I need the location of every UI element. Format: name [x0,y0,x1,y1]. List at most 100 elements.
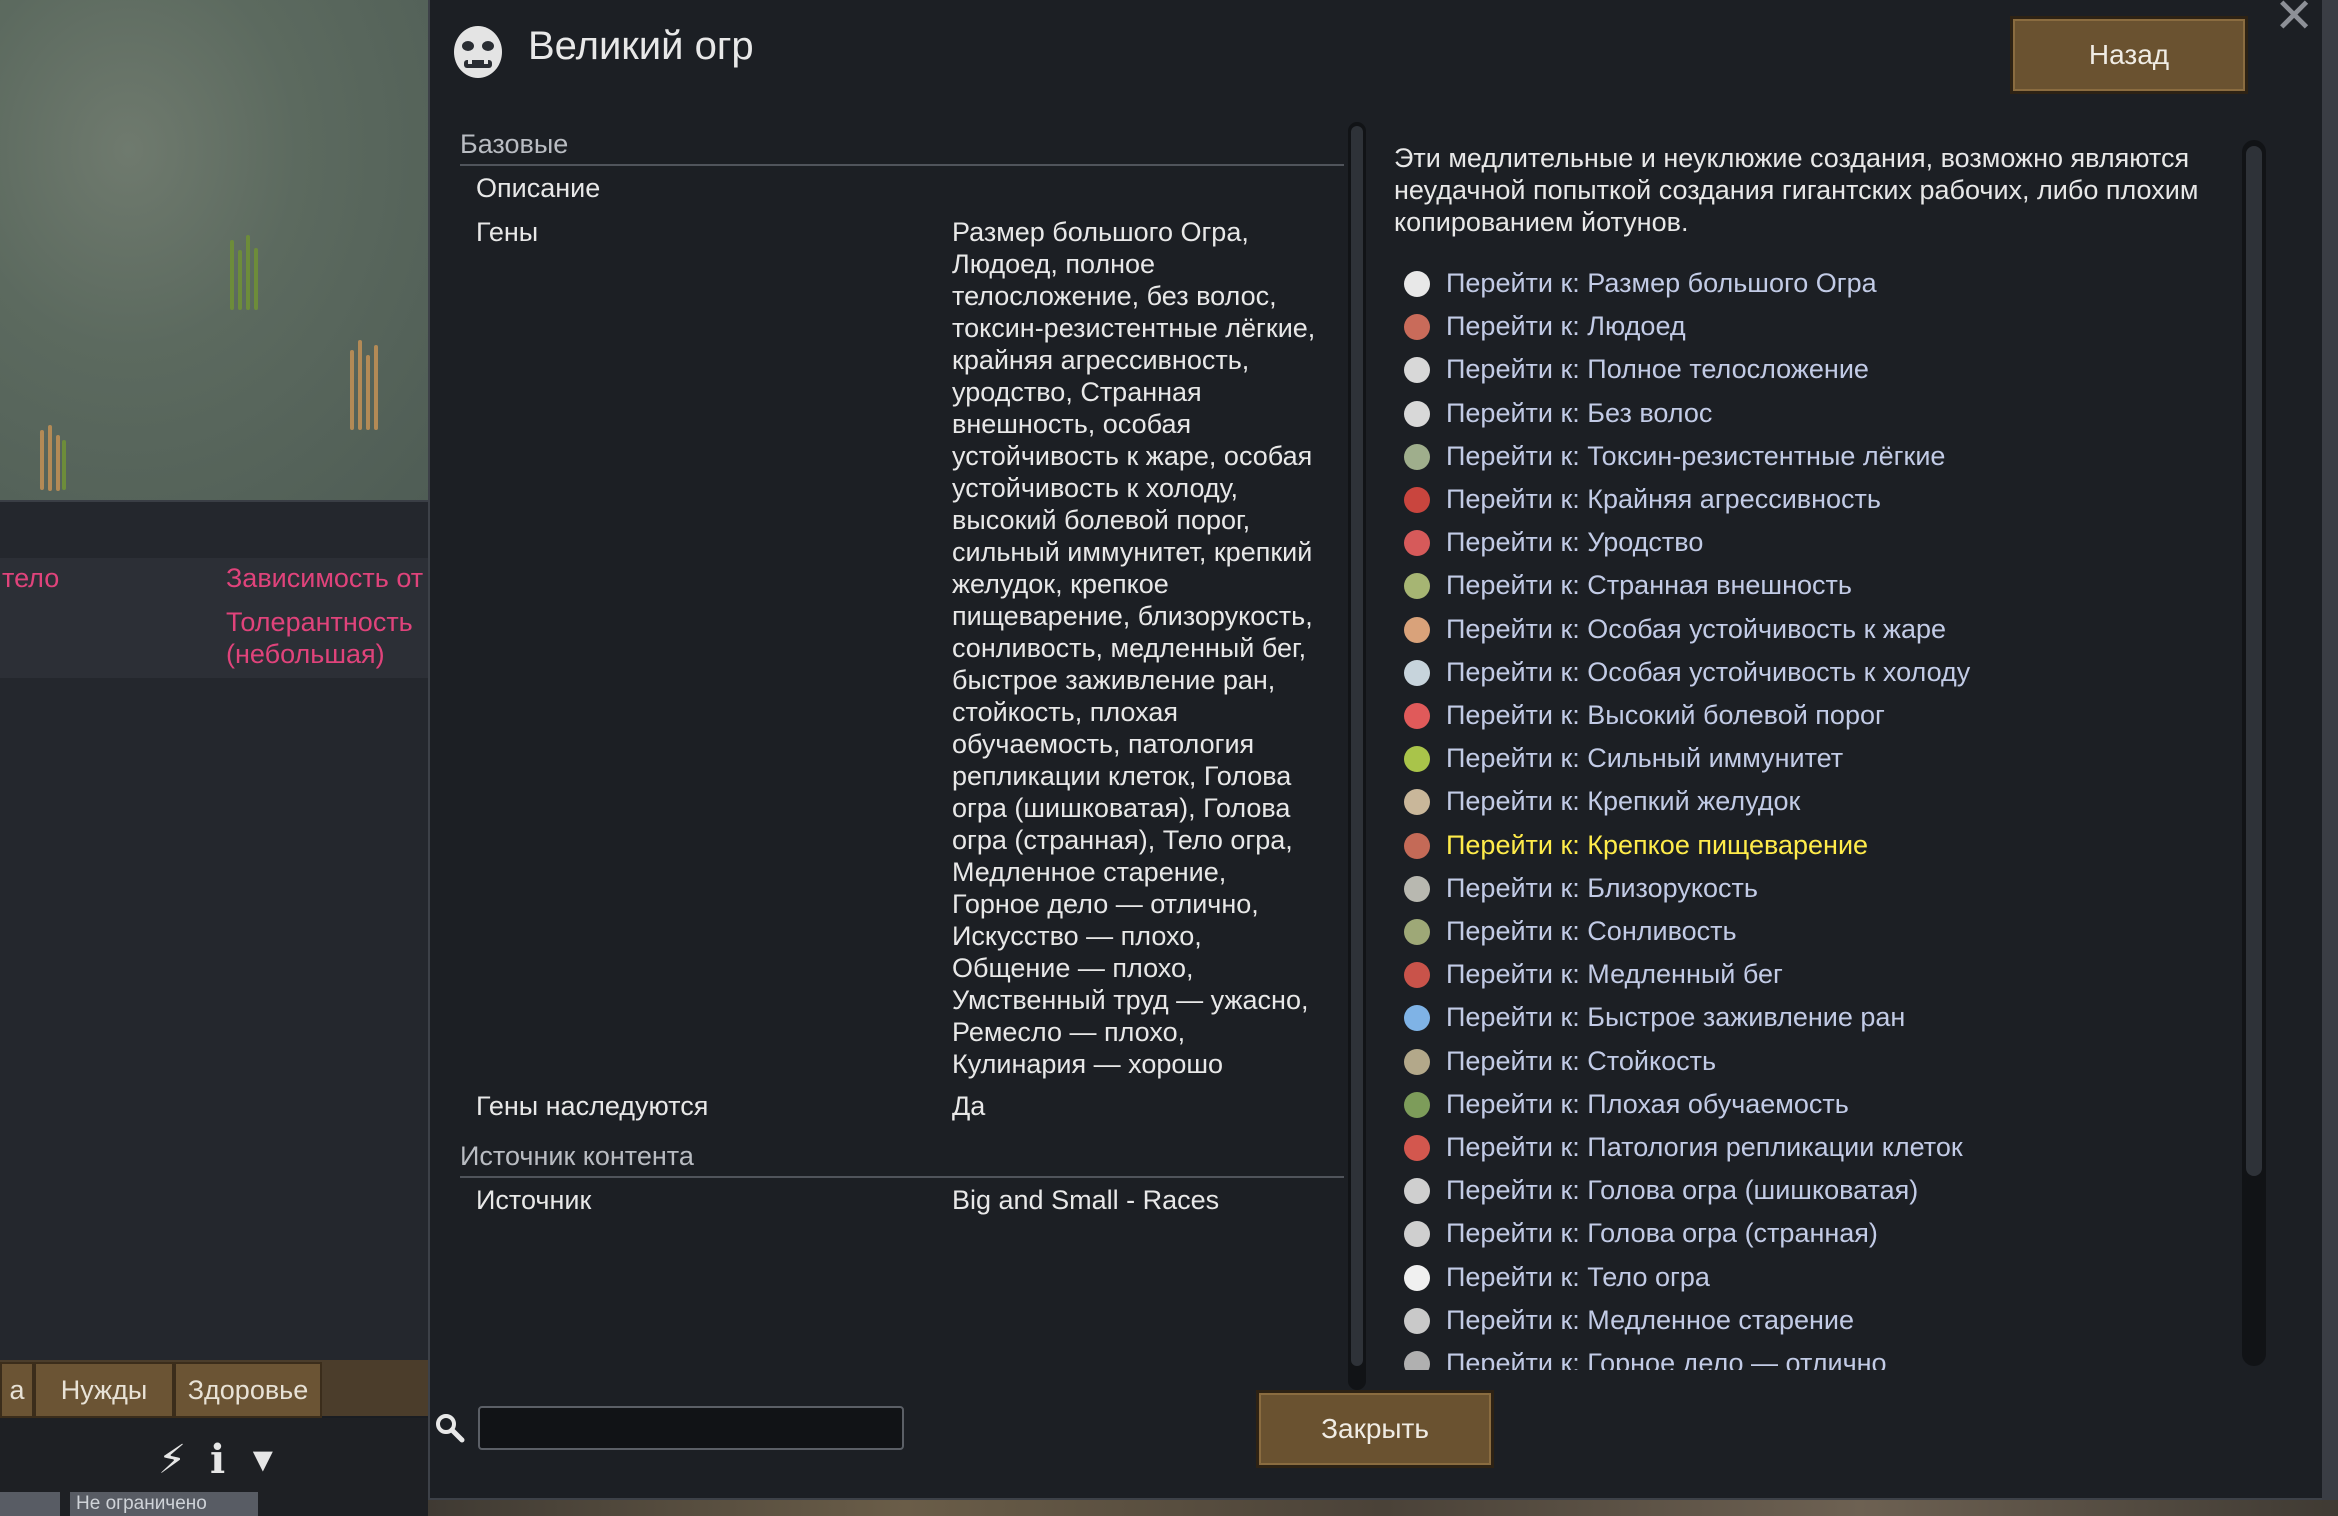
hyperlink-row[interactable]: Перейти к: Плохая обучаемость [1394,1083,2244,1126]
hyperlink-row[interactable]: Перейти к: Крепкое пищеварение [1394,824,2244,867]
hyperlink-row[interactable]: Перейти к: Медленный бег [1394,953,2244,996]
hyperlink-row[interactable]: Перейти к: Крепкий желудок [1394,780,2244,823]
hyperlink-label[interactable]: Перейти к: Тело огра [1446,1259,1710,1295]
hyperlink-row[interactable]: Перейти к: Патология репликации клеток [1394,1126,2244,1169]
hyperlink-row[interactable]: Перейти к: Особая устойчивость к холоду [1394,651,2244,694]
hyperlink-label[interactable]: Перейти к: Сонливость [1446,913,1737,949]
hyperlink-label[interactable]: Перейти к: Без волос [1446,395,1712,431]
reed-plant [366,355,370,430]
aggression-icon [1404,487,1430,513]
hyperlink-label[interactable]: Перейти к: Голова огра (странная) [1446,1215,1878,1251]
drumstick-icon [1404,314,1430,341]
hyperlink-row[interactable]: Перейти к: Крайняя агрессивность [1394,478,2244,521]
hyperlink-row[interactable]: Перейти к: Высокий болевой порог [1394,694,2244,737]
hyperlink-label[interactable]: Перейти к: Близорукость [1446,870,1758,906]
reed-plant [358,340,362,430]
hyperlink-label[interactable]: Перейти к: Особая устойчивость к холоду [1446,654,1970,690]
hyperlink-row[interactable]: Перейти к: Токсин-резистентные лёгкие [1394,435,2244,478]
dropdown-arrow-icon[interactable]: ▼ [246,1440,280,1480]
stats-scrollbar-thumb[interactable] [1351,126,1363,1366]
hyperlink-row[interactable]: Перейти к: Размер большого Огра [1394,262,2244,305]
search-input[interactable] [478,1406,904,1450]
hyperlink-label[interactable]: Перейти к: Быстрое заживление ран [1446,999,1905,1035]
hyperlink-label[interactable]: Перейти к: Людоед [1446,308,1686,344]
hyperlink-label[interactable]: Перейти к: Голова огра (шишковатая) [1446,1172,1918,1208]
hyperlink-label[interactable]: Перейти к: Уродство [1446,524,1703,560]
hyperlink-row[interactable]: Перейти к: Голова огра (шишковатая) [1394,1169,2244,1212]
ugly-face-icon [1404,530,1430,557]
status-unlimited[interactable]: Не ограничено [70,1492,258,1516]
genes-inherited-label[interactable]: Гены наследуются [476,1090,708,1122]
effect-body-label: тело [2,563,60,593]
slow-runner-icon [1404,962,1430,989]
search-icon [436,1414,465,1443]
hyperlink-row[interactable]: Перейти к: Близорукость [1394,867,2244,910]
reed-plant [40,430,44,490]
hyperlink-row[interactable]: Перейти к: Уродство [1394,521,2244,564]
ogre-head-strange-icon [1404,1221,1430,1248]
description-scrollbar-thumb[interactable] [2246,146,2262,1176]
hyperlink-label[interactable]: Перейти к: Горное дело — отлично [1446,1345,1887,1370]
hyperlink-label[interactable]: Перейти к: Медленный бег [1446,956,1783,992]
section-divider [460,164,1344,166]
effect-tolerance-level: (небольшая) [226,639,385,669]
hyperlink-row[interactable]: Перейти к: Горное дело — отлично [1394,1342,2244,1370]
hyperlink-label[interactable]: Перейти к: Крепкое пищеварение [1446,827,1868,863]
tab-needs[interactable]: Нужды [34,1362,174,1418]
xenotype-description: Эти медлительные и неуклюжие создания, в… [1394,143,2199,237]
hyperlink-label[interactable]: Перейти к: Патология репликации клеток [1446,1129,1963,1165]
back-button[interactable]: Назад [2010,16,2248,94]
slow-aging-icon [1404,1307,1430,1334]
tab-partial[interactable]: а [0,1362,34,1418]
info-icon[interactable]: i [210,1440,225,1480]
stomach-icon [1404,789,1430,816]
draft-icon[interactable]: ⚡ [158,1440,186,1480]
digestion-icon [1404,832,1430,859]
description-label[interactable]: Описание [476,172,600,204]
hyperlink-row[interactable]: Перейти к: Тело огра [1394,1256,2244,1299]
hyperlink-row[interactable]: Перейти к: Сильный иммунитет [1394,737,2244,780]
hyperlink-label[interactable]: Перейти к: Высокий болевой порог [1446,697,1885,733]
thermometer-cold-icon [1404,659,1430,686]
close-icon[interactable]: ✕ [2274,0,2314,41]
world-map-view[interactable] [0,0,428,500]
hyperlink-row[interactable]: Перейти к: Странная внешность [1394,564,2244,607]
hyperlink-label[interactable]: Перейти к: Сильный иммунитет [1446,740,1843,776]
close-button[interactable]: Закрыть [1256,1390,1494,1468]
hyperlink-row[interactable]: Перейти к: Полное телосложение [1394,348,2244,391]
hyperlink-label[interactable]: Перейти к: Плохая обучаемость [1446,1086,1849,1122]
source-value: Big and Small - Races [952,1185,1220,1215]
immunity-icon [1404,746,1430,773]
ogre-head-lumpy-icon [1404,1178,1430,1205]
hyperlink-label[interactable]: Перейти к: Крайняя агрессивность [1446,481,1881,517]
hyperlink-list: Перейти к: Размер большого Огра Перейти к… [1394,262,2244,1370]
hyperlink-row[interactable]: Перейти к: Медленное старение [1394,1299,2244,1342]
hyperlink-row[interactable]: Перейти к: Сонливость [1394,910,2244,953]
hyperlink-label[interactable]: Перейти к: Стойкость [1446,1043,1716,1079]
hyperlink-row[interactable]: Перейти к: Без волос [1394,392,2244,435]
sleep-icon [1404,919,1430,945]
hyperlink-label[interactable]: Перейти к: Медленное старение [1446,1302,1854,1338]
fat-body-icon [1404,357,1430,384]
hyperlink-row[interactable]: Перейти к: Голова огра (странная) [1394,1212,2244,1255]
hyperlink-row[interactable]: Перейти к: Быстрое заживление ран [1394,996,2244,1039]
ogre-xenotype-icon [454,26,502,78]
reed-plant [254,248,258,310]
hyperlink-label[interactable]: Перейти к: Крепкий желудок [1446,783,1800,819]
hyperlink-label[interactable]: Перейти к: Особая устойчивость к жаре [1446,611,1946,647]
pickaxe-icon [1404,1351,1430,1370]
hyperlink-label[interactable]: Перейти к: Размер большого Огра [1446,265,1877,301]
hyperlink-label[interactable]: Перейти к: Токсин-резистентные лёгкие [1446,438,1945,474]
tab-health[interactable]: Здоровье [174,1362,322,1418]
hyperlink-label[interactable]: Перейти к: Полное телосложение [1446,351,1869,387]
hyperlink-label[interactable]: Перейти к: Странная внешность [1446,567,1852,603]
genes-value: Размер большого Огра, Людоед, полное тел… [952,217,1316,1079]
reed-plant [62,440,66,490]
eye-icon [1404,875,1430,902]
reed-plant [374,345,378,430]
hyperlink-row[interactable]: Перейти к: Стойкость [1394,1040,2244,1083]
genes-label[interactable]: Гены [476,216,538,248]
source-label[interactable]: Источник [476,1184,591,1216]
hyperlink-row[interactable]: Перейти к: Людоед [1394,305,2244,348]
hyperlink-row[interactable]: Перейти к: Особая устойчивость к жаре [1394,608,2244,651]
